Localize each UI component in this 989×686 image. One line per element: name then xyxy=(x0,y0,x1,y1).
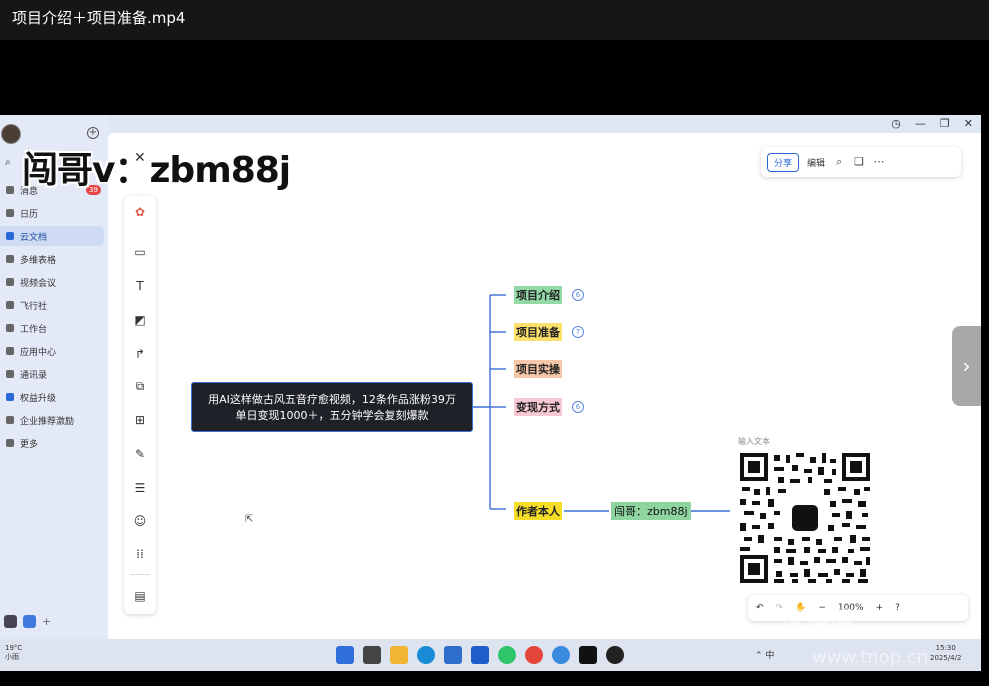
community-icon xyxy=(6,301,14,309)
close-icon[interactable]: ✕ xyxy=(134,150,146,166)
add-icon[interactable]: + xyxy=(87,127,99,139)
sidebar-item-tables[interactable]: 多维表格 xyxy=(0,249,104,269)
capcut-icon[interactable] xyxy=(579,646,597,664)
referral-icon xyxy=(6,416,14,424)
emoji-icon[interactable]: ☺ xyxy=(124,511,156,531)
left-toolbar: ✿ ▭ T ◩ ↱ ⧉ ⊞ ✎ ☰ ☺ ⁞⁞ ▤ xyxy=(124,196,156,614)
store-icon[interactable] xyxy=(444,646,462,664)
more-icon xyxy=(6,439,14,447)
weather-widget[interactable]: 19°C 小雨 xyxy=(5,644,22,662)
profile-thumb[interactable] xyxy=(4,615,17,628)
apps-icon xyxy=(6,347,14,355)
wechat-logo xyxy=(788,501,822,535)
undo-icon[interactable]: ↶ xyxy=(756,603,764,613)
whiteboard-canvas[interactable]: 分享 编辑 ⌕ ❏ ⋯ ✿ ▭ T ◩ ↱ ⧉ ⊞ ✎ ☰ ☺ ⁞⁞ ▤ 用AI… xyxy=(108,133,981,639)
add-shortcut-icon[interactable]: + xyxy=(42,615,51,628)
ai-icon[interactable]: ✿ xyxy=(124,202,156,222)
help-icon[interactable]: ? xyxy=(895,603,900,613)
clock[interactable]: 15:30 2025/4/2 xyxy=(930,643,961,663)
root-line-1: 用AI这样做古风五音疗愈视频，12条作品涨粉39万 xyxy=(208,393,456,406)
minimize-button[interactable]: — xyxy=(915,117,926,130)
browser-icon[interactable] xyxy=(552,646,570,664)
chrome-icon[interactable] xyxy=(525,646,543,664)
input-hint: 输入文本 xyxy=(738,437,770,446)
contacts-icon xyxy=(6,370,14,378)
docs-icon xyxy=(6,232,14,240)
rectangle-icon[interactable]: ▭ xyxy=(124,242,156,262)
collapse-count-badge[interactable]: 7 xyxy=(572,326,584,338)
overlay-watermark: 闯哥v：zbm88j xyxy=(22,150,291,191)
pen-icon[interactable]: ✎ xyxy=(124,444,156,464)
start-icon[interactable] xyxy=(336,646,354,664)
copy-icon[interactable]: ❏ xyxy=(853,156,865,168)
chat-shortcut-icon[interactable] xyxy=(23,615,36,628)
frame-icon[interactable]: ⧉ xyxy=(124,376,156,396)
taskbar-apps xyxy=(336,646,624,664)
bottom-toolbar: ↶ ↷ ✋ − 100% + ? xyxy=(748,595,968,621)
branch-node[interactable]: 作者本人 xyxy=(514,502,562,520)
sidebar-item-upgrade[interactable]: 权益升级 xyxy=(0,387,104,407)
table-icon[interactable]: ⊞ xyxy=(124,410,156,430)
site-watermark-url: www.tnop.cn xyxy=(812,647,929,668)
system-tray[interactable]: ⌃ 中 xyxy=(755,648,774,661)
list-icon[interactable]: ☰ xyxy=(124,478,156,498)
maximize-button[interactable]: ❐ xyxy=(940,117,950,130)
next-arrow-button[interactable]: › xyxy=(952,326,981,406)
connector-icon[interactable]: ↱ xyxy=(124,344,156,364)
mouse-cursor-icon: ⇱ xyxy=(245,514,254,525)
calendar-icon xyxy=(6,209,14,217)
branch-node[interactable]: 变现方式 xyxy=(514,398,562,416)
branch-node[interactable]: 项目介绍 xyxy=(514,286,562,304)
sidebar-item-apps[interactable]: 应用中心 xyxy=(0,341,104,361)
sidebar-item-contacts[interactable]: 通讯录 xyxy=(0,364,104,384)
more-icon[interactable]: ⋯ xyxy=(873,156,885,168)
leaf-node[interactable]: 闯哥：zbm88j xyxy=(611,502,691,520)
sidebar: + ⌕ 消息 39 日历 云文档 多维表格 视频会议 飞行社 工作台 应用中心 … xyxy=(0,115,108,639)
root-line-2: 单日变现1000＋，五分钟学会复刻爆款 xyxy=(235,409,429,422)
sidebar-bottom: + xyxy=(4,615,51,628)
recorder-icon[interactable] xyxy=(606,646,624,664)
apps-grid-icon[interactable]: ⁞⁞ xyxy=(124,544,156,564)
folder-icon[interactable] xyxy=(390,646,408,664)
site-watermark: 虎课网 xyxy=(782,606,854,634)
sidebar-item-calendar[interactable]: 日历 xyxy=(0,203,104,223)
sidebar-item-referral[interactable]: 企业推荐激励 xyxy=(0,410,104,430)
edit-button[interactable]: 编辑 xyxy=(807,156,825,169)
sidebar-item-workbench[interactable]: 工作台 xyxy=(0,318,104,338)
feishu-icon[interactable] xyxy=(471,646,489,664)
sidebar-item-meetings[interactable]: 视频会议 xyxy=(0,272,104,292)
sidebar-item-docs[interactable]: 云文档 xyxy=(0,226,104,246)
video-title: 项目介绍＋项目准备.mp4 xyxy=(0,0,989,40)
table-icon xyxy=(6,255,14,263)
wechat-icon[interactable] xyxy=(498,646,516,664)
collapse-count-badge[interactable]: 6 xyxy=(572,289,584,301)
divider xyxy=(130,574,150,575)
task-view-icon[interactable] xyxy=(363,646,381,664)
history-icon[interactable]: ◷ xyxy=(891,117,901,130)
video-icon xyxy=(6,278,14,286)
search-icon[interactable]: ⌕ xyxy=(5,157,11,168)
message-icon xyxy=(6,186,14,194)
upgrade-icon xyxy=(6,393,14,401)
search-icon[interactable]: ⌕ xyxy=(833,156,845,168)
share-button[interactable]: 分享 xyxy=(767,152,800,172)
text-icon[interactable]: T xyxy=(124,276,156,296)
sticky-note-icon[interactable]: ◩ xyxy=(124,310,156,330)
qr-code-image xyxy=(738,451,872,585)
collapse-count-badge[interactable]: 6 xyxy=(572,401,584,413)
top-toolbar: 分享 编辑 ⌕ ❏ ⋯ xyxy=(761,147,961,177)
screen-capture: + ⌕ 消息 39 日历 云文档 多维表格 视频会议 飞行社 工作台 应用中心 … xyxy=(0,115,981,671)
workbench-icon xyxy=(6,324,14,332)
edge-icon[interactable] xyxy=(417,646,435,664)
close-button[interactable]: ✕ xyxy=(964,117,973,130)
branch-node[interactable]: 项目实操 xyxy=(514,360,562,378)
sidebar-item-community[interactable]: 飞行社 xyxy=(0,295,104,315)
window-controls: ◷ — ❐ ✕ xyxy=(891,117,973,130)
comment-icon[interactable]: ▤ xyxy=(124,586,156,606)
mindmap-root-node[interactable]: 用AI这样做古风五音疗愈视频，12条作品涨粉39万 单日变现1000＋，五分钟学… xyxy=(191,382,473,432)
branch-node[interactable]: 项目准备 xyxy=(514,323,562,341)
sidebar-item-more[interactable]: 更多 xyxy=(0,433,104,453)
avatar[interactable] xyxy=(1,124,21,144)
zoom-in-button[interactable]: + xyxy=(876,603,884,613)
